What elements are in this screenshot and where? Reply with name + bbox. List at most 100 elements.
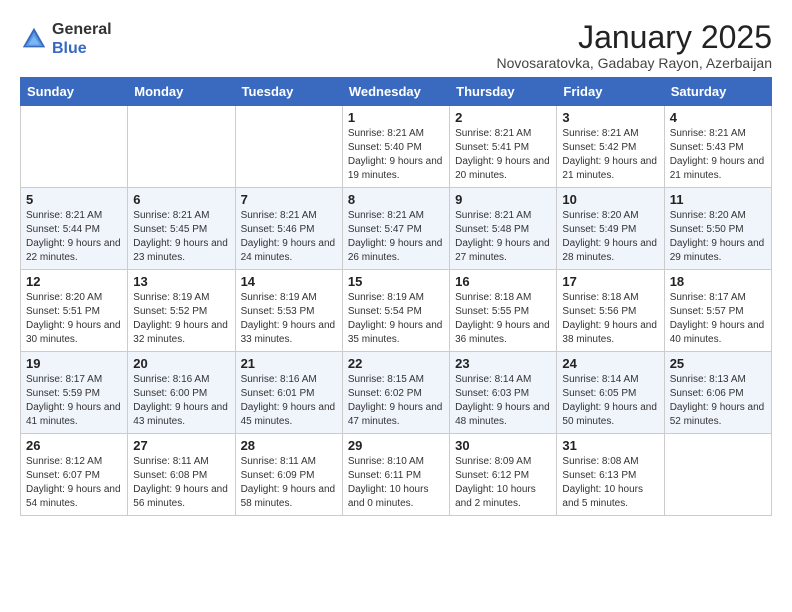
day-number: 19 <box>26 356 122 371</box>
day-cell: 25Sunrise: 8:13 AMSunset: 6:06 PMDayligh… <box>664 352 771 434</box>
day-info: Sunrise: 8:16 AMSunset: 6:01 PMDaylight:… <box>241 373 337 429</box>
day-cell: 29 Sunrise: 8:10 AMSunset: 6:11 PMDayligh… <box>342 434 449 516</box>
day-cell: 21 Sunrise: 8:16 AMSunset: 6:01 PMDayligh… <box>235 352 342 434</box>
day-cell <box>235 106 342 188</box>
day-number: 30 <box>455 438 551 453</box>
col-friday: Friday <box>557 78 664 106</box>
day-cell: 17 Sunrise: 8:18 AMSunset: 5:56 PMDayligh… <box>557 270 664 352</box>
calendar-title: January 2025 <box>497 20 773 55</box>
day-number: 10 <box>562 192 658 207</box>
calendar-body: 1 Sunrise: 8:21 AMSunset: 5:40 PMDaylight… <box>21 106 772 516</box>
day-cell: 28Sunrise: 8:11 AMSunset: 6:09 PMDayligh… <box>235 434 342 516</box>
day-info: Sunrise: 8:17 AMSunset: 5:59 PMDaylight:… <box>26 373 122 429</box>
page: General Blue January 2025 Novosaratovka,… <box>0 0 792 536</box>
day-info: Sunrise: 8:21 AMSunset: 5:40 PMDaylight:… <box>348 127 444 183</box>
day-cell: 9 Sunrise: 8:21 AMSunset: 5:48 PMDaylight… <box>450 188 557 270</box>
day-cell: 20 Sunrise: 8:16 AMSunset: 6:00 PMDayligh… <box>128 352 235 434</box>
day-info: Sunrise: 8:18 AMSunset: 5:56 PMDaylight:… <box>562 291 658 347</box>
day-cell: 15Sunrise: 8:19 AMSunset: 5:54 PMDayligh… <box>342 270 449 352</box>
day-info: Sunrise: 8:21 AMSunset: 5:48 PMDaylight:… <box>455 209 551 265</box>
week-row-1: 1 Sunrise: 8:21 AMSunset: 5:40 PMDaylight… <box>21 106 772 188</box>
day-cell: 19 Sunrise: 8:17 AMSunset: 5:59 PMDayligh… <box>21 352 128 434</box>
day-number: 26 <box>26 438 122 453</box>
logo-line2: Blue <box>52 39 112 58</box>
day-cell <box>21 106 128 188</box>
day-number: 3 <box>562 110 658 125</box>
day-info: Sunrise: 8:19 AMSunset: 5:53 PMDaylight:… <box>241 291 337 347</box>
day-info: Sunrise: 8:21 AMSunset: 5:43 PMDaylight:… <box>670 127 766 183</box>
day-number: 17 <box>562 274 658 289</box>
day-cell: 11Sunrise: 8:20 AMSunset: 5:50 PMDayligh… <box>664 188 771 270</box>
week-row-5: 26 Sunrise: 8:12 AMSunset: 6:07 PMDayligh… <box>21 434 772 516</box>
day-info: Sunrise: 8:19 AMSunset: 5:54 PMDaylight:… <box>348 291 444 347</box>
day-info: Sunrise: 8:21 AMSunset: 5:44 PMDaylight:… <box>26 209 122 265</box>
day-info: Sunrise: 8:21 AMSunset: 5:41 PMDaylight:… <box>455 127 551 183</box>
header: General Blue January 2025 Novosaratovka,… <box>20 20 772 71</box>
day-number: 31 <box>562 438 658 453</box>
day-number: 22 <box>348 356 444 371</box>
calendar-table: Sunday Monday Tuesday Wednesday Thursday… <box>20 77 772 516</box>
day-number: 13 <box>133 274 229 289</box>
day-info: Sunrise: 8:14 AMSunset: 6:05 PMDaylight:… <box>562 373 658 429</box>
day-info: Sunrise: 8:10 AMSunset: 6:11 PMDaylight:… <box>348 455 444 511</box>
day-cell: 30 Sunrise: 8:09 AMSunset: 6:12 PMDayligh… <box>450 434 557 516</box>
day-number: 27 <box>133 438 229 453</box>
day-cell <box>128 106 235 188</box>
day-cell: 26 Sunrise: 8:12 AMSunset: 6:07 PMDayligh… <box>21 434 128 516</box>
day-cell: 8Sunrise: 8:21 AMSunset: 5:47 PMDaylight… <box>342 188 449 270</box>
day-number: 28 <box>241 438 337 453</box>
header-row: Sunday Monday Tuesday Wednesday Thursday… <box>21 78 772 106</box>
day-info: Sunrise: 8:16 AMSunset: 6:00 PMDaylight:… <box>133 373 229 429</box>
day-info: Sunrise: 8:19 AMSunset: 5:52 PMDaylight:… <box>133 291 229 347</box>
day-cell: 18 Sunrise: 8:17 AMSunset: 5:57 PMDayligh… <box>664 270 771 352</box>
day-number: 14 <box>241 274 337 289</box>
day-info: Sunrise: 8:21 AMSunset: 5:45 PMDaylight:… <box>133 209 229 265</box>
day-number: 9 <box>455 192 551 207</box>
week-row-4: 19 Sunrise: 8:17 AMSunset: 5:59 PMDayligh… <box>21 352 772 434</box>
day-info: Sunrise: 8:13 AMSunset: 6:06 PMDaylight:… <box>670 373 766 429</box>
day-number: 20 <box>133 356 229 371</box>
day-cell: 4 Sunrise: 8:21 AMSunset: 5:43 PMDaylight… <box>664 106 771 188</box>
day-info: Sunrise: 8:21 AMSunset: 5:42 PMDaylight:… <box>562 127 658 183</box>
day-number: 21 <box>241 356 337 371</box>
day-number: 2 <box>455 110 551 125</box>
col-saturday: Saturday <box>664 78 771 106</box>
day-number: 6 <box>133 192 229 207</box>
calendar-header: Sunday Monday Tuesday Wednesday Thursday… <box>21 78 772 106</box>
day-number: 23 <box>455 356 551 371</box>
day-cell <box>664 434 771 516</box>
day-info: Sunrise: 8:18 AMSunset: 5:55 PMDaylight:… <box>455 291 551 347</box>
day-number: 4 <box>670 110 766 125</box>
col-wednesday: Wednesday <box>342 78 449 106</box>
day-cell: 10Sunrise: 8:20 AMSunset: 5:49 PMDayligh… <box>557 188 664 270</box>
day-info: Sunrise: 8:08 AMSunset: 6:13 PMDaylight:… <box>562 455 658 511</box>
day-cell: 16 Sunrise: 8:18 AMSunset: 5:55 PMDayligh… <box>450 270 557 352</box>
day-number: 18 <box>670 274 766 289</box>
day-info: Sunrise: 8:09 AMSunset: 6:12 PMDaylight:… <box>455 455 551 511</box>
col-sunday: Sunday <box>21 78 128 106</box>
day-number: 12 <box>26 274 122 289</box>
day-cell: 22Sunrise: 8:15 AMSunset: 6:02 PMDayligh… <box>342 352 449 434</box>
day-number: 29 <box>348 438 444 453</box>
day-number: 8 <box>348 192 444 207</box>
day-info: Sunrise: 8:20 AMSunset: 5:50 PMDaylight:… <box>670 209 766 265</box>
logo: General Blue <box>20 20 112 58</box>
day-cell: 2 Sunrise: 8:21 AMSunset: 5:41 PMDaylight… <box>450 106 557 188</box>
col-tuesday: Tuesday <box>235 78 342 106</box>
day-info: Sunrise: 8:12 AMSunset: 6:07 PMDaylight:… <box>26 455 122 511</box>
day-number: 1 <box>348 110 444 125</box>
col-monday: Monday <box>128 78 235 106</box>
day-number: 7 <box>241 192 337 207</box>
calendar-subtitle: Novosaratovka, Gadabay Rayon, Azerbaijan <box>497 55 773 71</box>
week-row-3: 12Sunrise: 8:20 AMSunset: 5:51 PMDayligh… <box>21 270 772 352</box>
day-cell: 23Sunrise: 8:14 AMSunset: 6:03 PMDayligh… <box>450 352 557 434</box>
day-info: Sunrise: 8:17 AMSunset: 5:57 PMDaylight:… <box>670 291 766 347</box>
day-cell: 3 Sunrise: 8:21 AMSunset: 5:42 PMDaylight… <box>557 106 664 188</box>
day-number: 16 <box>455 274 551 289</box>
col-thursday: Thursday <box>450 78 557 106</box>
day-cell: 12Sunrise: 8:20 AMSunset: 5:51 PMDayligh… <box>21 270 128 352</box>
week-row-2: 5Sunrise: 8:21 AMSunset: 5:44 PMDaylight… <box>21 188 772 270</box>
day-info: Sunrise: 8:21 AMSunset: 5:46 PMDaylight:… <box>241 209 337 265</box>
day-info: Sunrise: 8:11 AMSunset: 6:08 PMDaylight:… <box>133 455 229 511</box>
day-cell: 27 Sunrise: 8:11 AMSunset: 6:08 PMDayligh… <box>128 434 235 516</box>
